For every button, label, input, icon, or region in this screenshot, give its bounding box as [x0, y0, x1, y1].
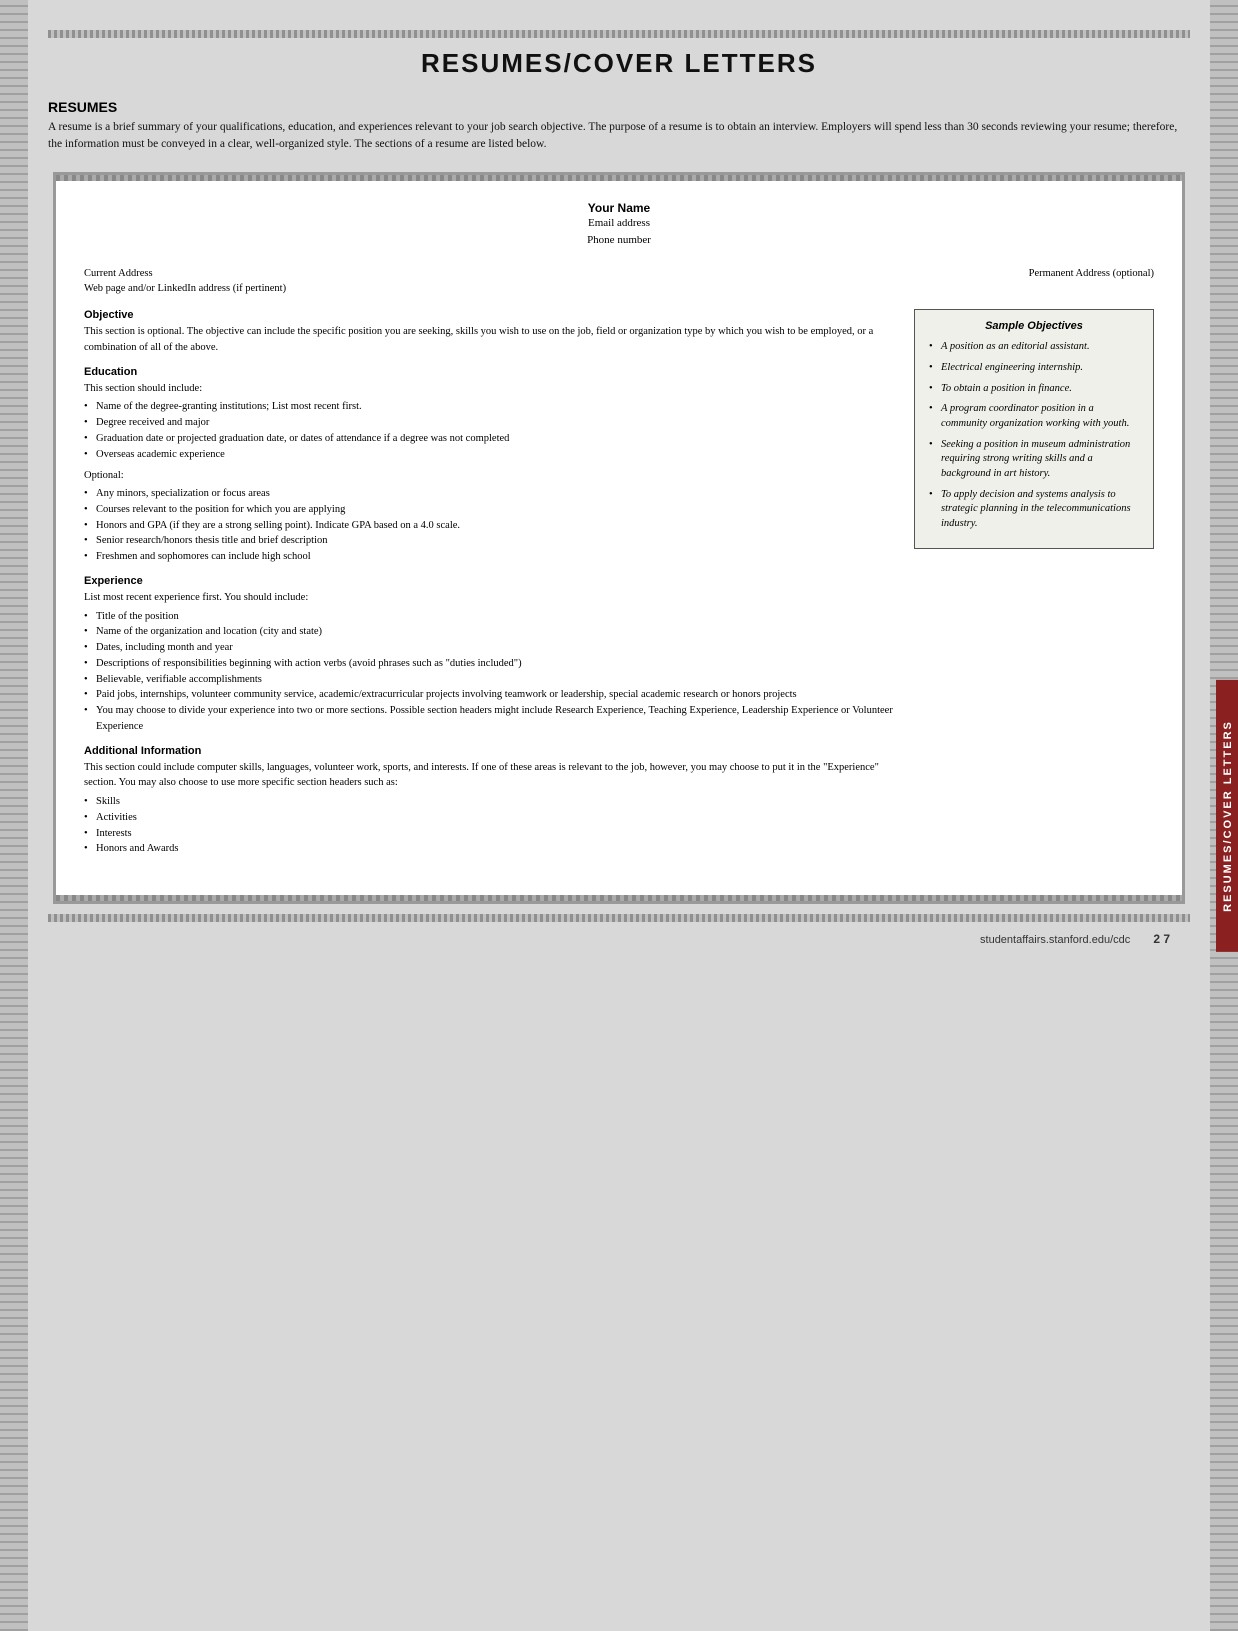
- main-content: RESUMES/COVER LETTERS RESUMES A resume i…: [28, 0, 1210, 1631]
- list-item: Courses relevant to the position for whi…: [84, 502, 898, 518]
- experience-intro: List most recent experience first. You s…: [84, 590, 898, 606]
- left-border: [0, 0, 28, 1631]
- sample-objective-item: To apply decision and systems analysis t…: [929, 488, 1139, 532]
- list-item: Honors and GPA (if they are a strong sel…: [84, 518, 898, 534]
- list-item: Any minors, specialization or focus area…: [84, 486, 898, 502]
- list-item: You may choose to divide your experience…: [84, 703, 898, 735]
- permanent-address-section: Permanent Address (optional): [1029, 266, 1154, 298]
- current-address-section: Current Address Web page and/or LinkedIn…: [84, 266, 286, 298]
- list-item: Activities: [84, 810, 898, 826]
- experience-list: Title of the position Name of the organi…: [84, 609, 898, 735]
- sample-objective-item: Electrical engineering internship.: [929, 361, 1139, 376]
- resume-header: Your Name Email address Phone number: [84, 201, 1154, 250]
- education-list: Name of the degree-granting institutions…: [84, 399, 898, 462]
- resume-left-column: Objective This section is optional. The …: [84, 309, 898, 867]
- right-tab: RESUMES/COVER LETTERS: [1216, 680, 1238, 952]
- education-title: Education: [84, 366, 898, 378]
- list-item: Graduation date or projected graduation …: [84, 431, 898, 447]
- permanent-address-label: Permanent Address (optional): [1029, 266, 1154, 282]
- experience-section: Experience List most recent experience f…: [84, 575, 898, 735]
- resume-box: Your Name Email address Phone number Cur…: [56, 181, 1182, 896]
- sample-objectives-box: Sample Objectives A position as an edito…: [914, 309, 1154, 549]
- additional-info-list: Skills Activities Interests Honors and A…: [84, 794, 898, 857]
- objective-text: This section is optional. The objective …: [84, 324, 898, 356]
- footer: studentaffairs.stanford.edu/cdc 2 7: [48, 932, 1190, 946]
- education-optional-list: Any minors, specialization or focus area…: [84, 486, 898, 565]
- additional-info-section: Additional Information This section coul…: [84, 745, 898, 858]
- list-item: Title of the position: [84, 609, 898, 625]
- web-address-label: Web page and/or LinkedIn address (if per…: [84, 281, 286, 297]
- sample-objective-item: A position as an editorial assistant.: [929, 340, 1139, 355]
- list-item: Honors and Awards: [84, 841, 898, 857]
- education-section: Education This section should include: N…: [84, 366, 898, 565]
- objective-section: Objective This section is optional. The …: [84, 309, 898, 356]
- intro-section: RESUMES A resume is a brief summary of y…: [48, 99, 1190, 154]
- resumes-heading: RESUMES: [48, 99, 1190, 115]
- current-address-label: Current Address: [84, 266, 286, 282]
- additional-info-text: This section could include computer skil…: [84, 760, 898, 792]
- sample-objective-item: A program coordinator position in a comm…: [929, 402, 1139, 431]
- list-item: Name of the organization and location (c…: [84, 624, 898, 640]
- list-item: Freshmen and sophomores can include high…: [84, 549, 898, 565]
- page-title: RESUMES/COVER LETTERS: [48, 48, 1190, 79]
- right-border: RESUMES/COVER LETTERS: [1210, 0, 1238, 1631]
- sample-objectives-column: Sample Objectives A position as an edito…: [914, 309, 1154, 867]
- top-pattern-decoration: [48, 30, 1190, 38]
- resume-addresses: Current Address Web page and/or LinkedIn…: [84, 266, 1154, 298]
- list-item: Believable, verifiable accomplishments: [84, 672, 898, 688]
- resume-name: Your Name: [84, 201, 1154, 215]
- sample-objectives-list: A position as an editorial assistant. El…: [929, 340, 1139, 532]
- resume-body: Objective This section is optional. The …: [84, 309, 1154, 867]
- sample-objective-item: To obtain a position in finance.: [929, 382, 1139, 397]
- phone-line: Phone number: [84, 232, 1154, 250]
- education-intro: This section should include:: [84, 381, 898, 397]
- list-item: Senior research/honors thesis title and …: [84, 533, 898, 549]
- footer-url: studentaffairs.stanford.edu/cdc: [980, 934, 1130, 946]
- bottom-pattern-decoration: [48, 914, 1190, 922]
- list-item: Skills: [84, 794, 898, 810]
- resume-email: Email address Phone number: [84, 215, 1154, 250]
- optional-label: Optional:: [84, 468, 898, 484]
- bottom-divider: [56, 895, 1182, 901]
- list-item: Paid jobs, internships, volunteer commun…: [84, 687, 898, 703]
- list-item: Dates, including month and year: [84, 640, 898, 656]
- list-item: Overseas academic experience: [84, 447, 898, 463]
- objective-title: Objective: [84, 309, 898, 321]
- list-item: Name of the degree-granting institutions…: [84, 399, 898, 415]
- list-item: Interests: [84, 826, 898, 842]
- email-line: Email address: [84, 215, 1154, 233]
- intro-text: A resume is a brief summary of your qual…: [48, 119, 1190, 154]
- sample-objective-item: Seeking a position in museum administrat…: [929, 438, 1139, 482]
- list-item: Descriptions of responsibilities beginni…: [84, 656, 898, 672]
- experience-title: Experience: [84, 575, 898, 587]
- resume-box-wrapper: Your Name Email address Phone number Cur…: [53, 172, 1185, 905]
- additional-info-title: Additional Information: [84, 745, 898, 757]
- sample-objectives-title: Sample Objectives: [929, 320, 1139, 332]
- footer-page: 2 7: [1153, 932, 1170, 946]
- list-item: Degree received and major: [84, 415, 898, 431]
